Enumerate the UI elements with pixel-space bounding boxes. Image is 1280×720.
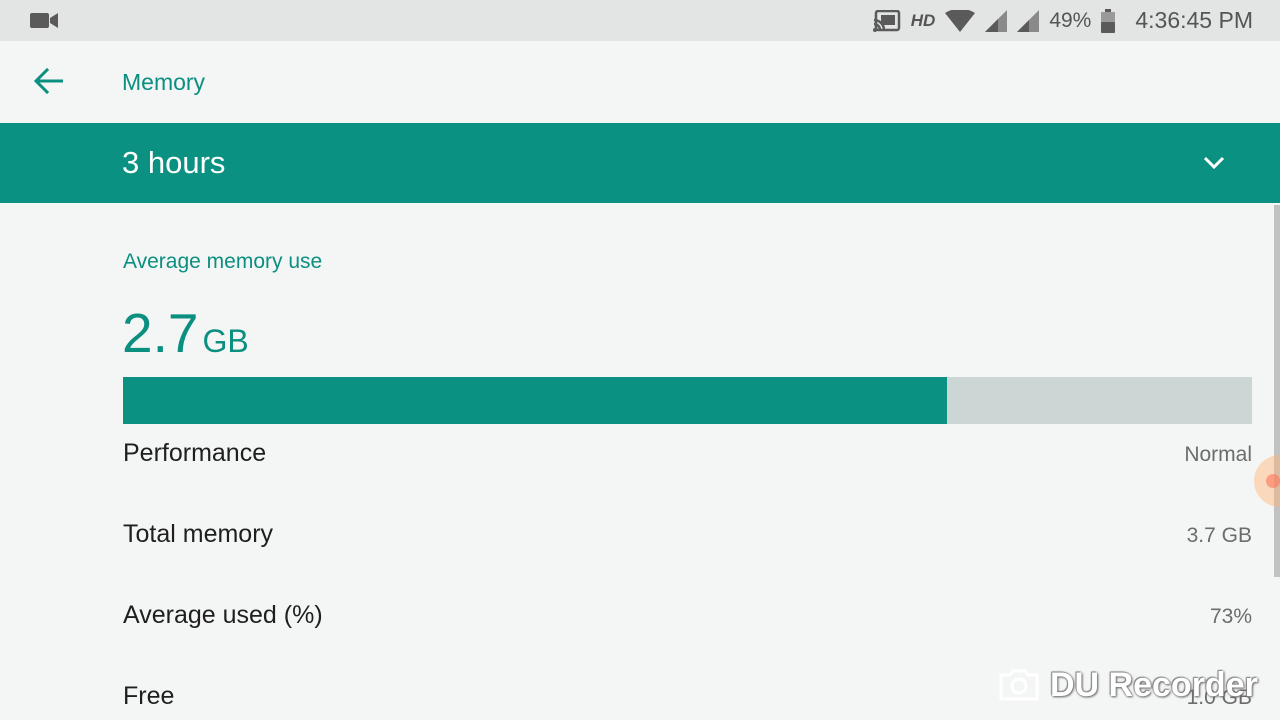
row-value: 3.7 GB: [1186, 524, 1252, 547]
back-button[interactable]: [28, 61, 68, 101]
status-bar: HD 49% 4:36:45 PM: [0, 0, 1280, 41]
period-selector[interactable]: 3 hours: [0, 123, 1280, 203]
row-total-memory: Total memory 3.7 GB: [123, 516, 1252, 556]
average-memory-heading: Average memory use: [123, 250, 323, 273]
period-dropdown-toggle[interactable]: [1198, 147, 1230, 179]
app-bar: Memory: [0, 41, 1280, 123]
wifi-icon: [945, 9, 976, 32]
signal-icon: [985, 9, 1008, 32]
row-average-used: Average used (%) 73%: [123, 597, 1252, 637]
signal-icon-2: [1017, 9, 1040, 32]
cast-icon: [872, 9, 901, 32]
row-value: 73%: [1209, 605, 1252, 628]
recorder-watermark: DU Recorder: [998, 664, 1258, 706]
average-memory-unit: GB: [202, 323, 249, 359]
watermark-text: DU Recorder: [1050, 665, 1258, 704]
row-label: Average used (%): [123, 601, 323, 629]
row-label: Total memory: [123, 520, 274, 548]
hd-indicator: HD: [910, 10, 936, 30]
scrollbar[interactable]: [1274, 205, 1280, 577]
row-performance: Performance Normal: [123, 435, 1252, 475]
video-camera-icon: [30, 13, 58, 28]
average-memory-number: 2.7: [122, 302, 199, 364]
period-selected-label: 3 hours: [122, 145, 226, 180]
row-value: Normal: [1184, 443, 1252, 466]
row-label: Performance: [123, 439, 267, 467]
memory-usage-bar: [123, 377, 1252, 424]
memory-usage-fill: [123, 377, 948, 424]
page-title: Memory: [122, 69, 206, 95]
battery-percent: 49%: [1049, 8, 1092, 32]
average-memory-value: 2.7 GB: [122, 301, 249, 365]
camera-icon: [999, 669, 1039, 701]
memory-content[interactable]: Average memory use 2.7 GB Performance Nor…: [0, 203, 1280, 720]
memory-screen: HD 49% 4:36:45 PM Memory 3 hours Average…: [0, 0, 1280, 720]
clock: 4:36:45 PM: [1135, 7, 1253, 33]
row-label: Free: [123, 682, 175, 710]
arrow-back-icon: [33, 68, 63, 94]
chevron-down-icon: [1203, 156, 1225, 170]
battery-icon: [1101, 8, 1116, 33]
